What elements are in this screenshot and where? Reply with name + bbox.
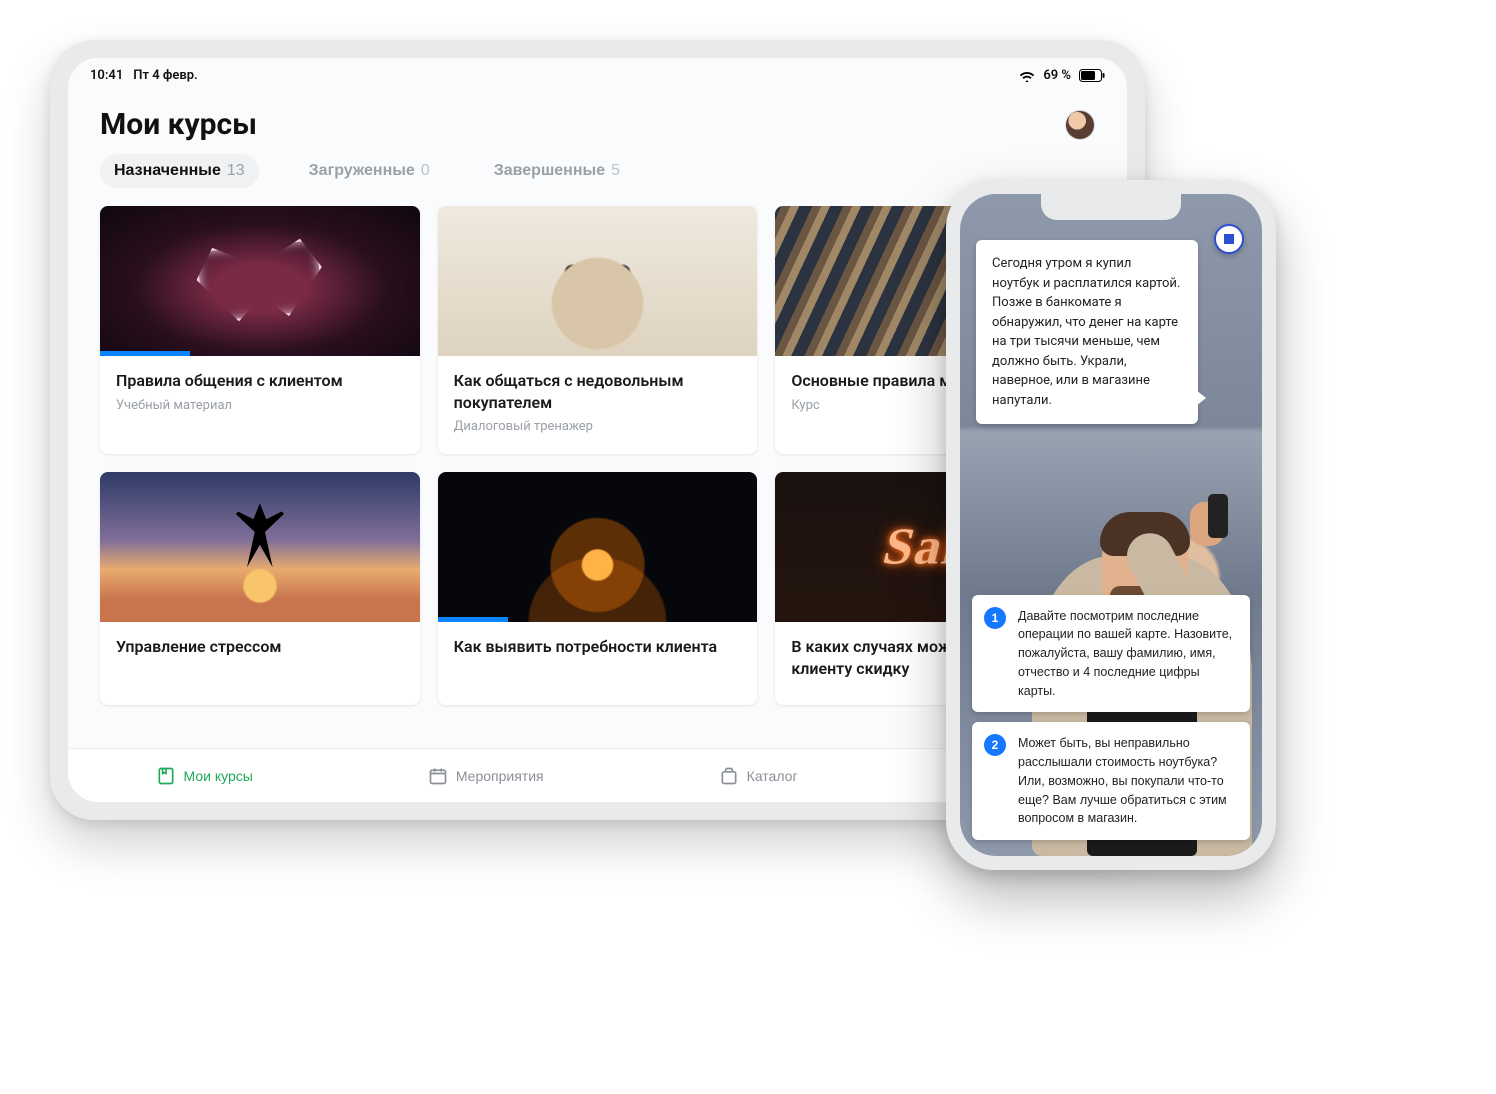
tab-count: 5	[611, 162, 620, 180]
course-card-body: Как общаться с недовольным покупателем Ди…	[438, 356, 758, 454]
tab-count: 0	[421, 162, 430, 180]
status-date: Пт 4 февр.	[133, 68, 198, 83]
course-card[interactable]: Управление стрессом	[100, 472, 420, 705]
option-text: Может быть, вы неправильно расслышали ст…	[1018, 736, 1227, 825]
course-card[interactable]: Правила общения с клиентом Учебный матери…	[100, 206, 420, 454]
option-text: Давайте посмотрим последние операции по …	[1018, 609, 1232, 698]
status-time: 10:41	[90, 68, 123, 83]
tab-label: Назначенные	[114, 162, 221, 180]
progress-bar	[100, 351, 190, 356]
course-thumbnail	[100, 472, 420, 622]
battery-icon	[1079, 69, 1105, 82]
customer-speech-bubble: Сегодня утром я купил ноутбук и расплати…	[976, 240, 1198, 424]
answer-option-2[interactable]: 2 Может быть, вы неправильно расслышали с…	[972, 722, 1250, 840]
calendar-icon	[428, 766, 448, 786]
status-bar: 10:41 Пт 4 февр. 69 %	[68, 58, 1127, 87]
nav-label: Каталог	[747, 768, 798, 784]
courses-icon	[156, 766, 176, 786]
tab-label: Загруженные	[309, 162, 415, 180]
answer-option-1[interactable]: 1 Давайте посмотрим последние операции по…	[972, 595, 1250, 713]
course-card-body: Как выявить потребности клиента	[438, 622, 758, 684]
stop-icon	[1224, 234, 1234, 244]
course-title: Как общаться с недовольным покупателем	[454, 370, 742, 413]
tab-count: 13	[227, 162, 245, 180]
stop-button[interactable]	[1214, 224, 1244, 254]
course-card[interactable]: Как общаться с недовольным покупателем Ди…	[438, 206, 758, 454]
answer-options: 1 Давайте посмотрим последние операции по…	[972, 595, 1250, 841]
tab-0[interactable]: Назначенные 13	[100, 154, 259, 188]
option-number-badge: 2	[984, 734, 1006, 756]
wifi-icon	[1019, 70, 1035, 82]
course-thumbnail	[438, 472, 758, 622]
option-number-badge: 1	[984, 607, 1006, 629]
phone-device: Сегодня утром я купил ноутбук и расплати…	[946, 180, 1276, 870]
course-card[interactable]: Как выявить потребности клиента	[438, 472, 758, 705]
tab-2[interactable]: Завершенные 5	[480, 154, 634, 188]
catalog-icon	[719, 766, 739, 786]
course-type: Диалоговый тренажер	[454, 419, 742, 434]
course-thumbnail	[438, 206, 758, 356]
nav-item-calendar[interactable]: Мероприятия	[428, 766, 544, 786]
avatar[interactable]	[1065, 110, 1095, 140]
tab-label: Завершенные	[494, 162, 605, 180]
nav-label: Мои курсы	[184, 768, 253, 784]
course-title: Как выявить потребности клиента	[454, 636, 742, 658]
page-title: Мои курсы	[100, 107, 257, 142]
course-type: Учебный материал	[116, 398, 404, 413]
tab-1[interactable]: Загруженные 0	[295, 154, 444, 188]
phone-screen: Сегодня утром я купил ноутбук и расплати…	[960, 194, 1262, 856]
course-title: Правила общения с клиентом	[116, 370, 404, 392]
phone-notch	[1041, 194, 1181, 220]
battery-pct: 69 %	[1043, 68, 1071, 83]
course-card-body: Правила общения с клиентом Учебный матери…	[100, 356, 420, 433]
progress-bar	[438, 617, 508, 622]
nav-item-catalog[interactable]: Каталог	[719, 766, 798, 786]
course-card-body: Управление стрессом	[100, 622, 420, 684]
nav-item-courses[interactable]: Мои курсы	[156, 766, 253, 786]
course-thumbnail	[100, 206, 420, 356]
course-title: Управление стрессом	[116, 636, 404, 658]
nav-label: Мероприятия	[456, 768, 544, 784]
